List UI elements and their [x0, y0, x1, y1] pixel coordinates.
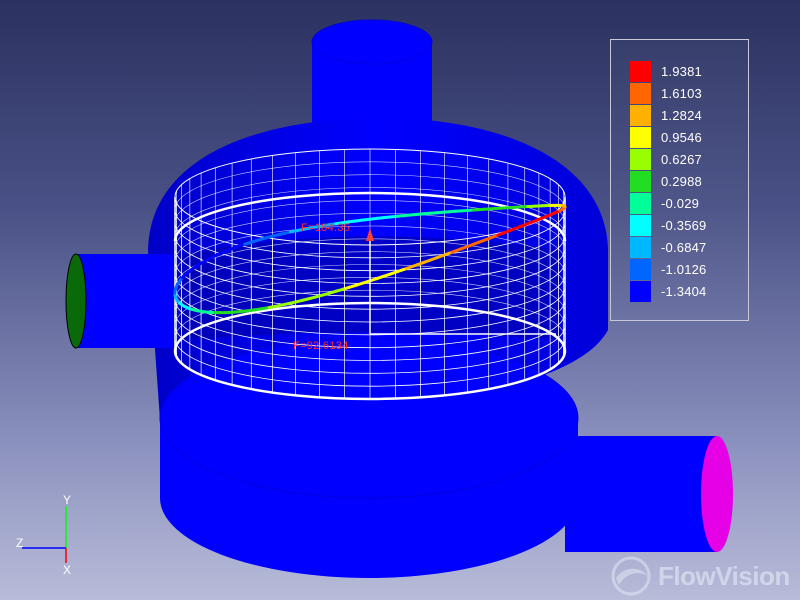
- legend-swatch: [630, 127, 651, 148]
- top-force-annotation: F=184.35: [301, 222, 351, 234]
- legend-entry: -0.3569: [630, 215, 707, 236]
- right-outlet-pipe: [565, 436, 733, 552]
- legend-swatch: [630, 171, 651, 192]
- legend-swatch: [630, 61, 651, 82]
- legend-label: 1.9381: [661, 64, 702, 79]
- legend-entry: -0.6847: [630, 237, 707, 258]
- axis-triad: [22, 506, 67, 563]
- legend-entry: 1.6103: [630, 83, 702, 104]
- legend-entry: -1.3404: [630, 281, 707, 302]
- legend-entry: -0.029: [630, 193, 699, 214]
- legend-label: 0.2988: [661, 174, 702, 189]
- legend-label: -0.6847: [661, 240, 707, 255]
- legend-swatch: [630, 259, 651, 280]
- legend-entry: 0.9546: [630, 127, 702, 148]
- left-inlet-pipe: [65, 253, 176, 349]
- legend-label: 0.9546: [661, 130, 702, 145]
- front-force-annotation: F=92.6134: [293, 340, 349, 352]
- legend-swatch: [630, 149, 651, 170]
- right-outlet-face: [701, 436, 733, 552]
- legend-swatch: [630, 83, 651, 104]
- legend-label: -0.029: [661, 196, 700, 211]
- lower-base: [159, 337, 579, 578]
- watermark: FlowVision: [612, 556, 794, 596]
- z-axis-label: Z: [16, 536, 24, 550]
- legend-entry: 0.2988: [630, 171, 702, 192]
- legend-label: -1.0126: [661, 262, 707, 277]
- left-inlet-face: [65, 253, 87, 349]
- legend-label: 0.6267: [661, 152, 702, 167]
- legend-swatch: [630, 193, 651, 214]
- legend-entry: 1.2824: [630, 105, 702, 126]
- legend-swatch: [630, 237, 651, 258]
- legend-entry: -1.0126: [630, 259, 707, 280]
- legend-label: 1.6103: [661, 86, 702, 101]
- legend-swatch: [630, 281, 651, 302]
- watermark-text: FlowVision: [658, 560, 790, 591]
- legend-label: 1.2824: [661, 108, 702, 123]
- legend-label: -1.3404: [661, 284, 707, 299]
- color-legend: 1.9381 1.6103 1.2824 0.9546 0.6267 0.2988 -0.0…: [610, 39, 749, 321]
- legend-swatch: [630, 105, 651, 126]
- legend-entry: 1.9381: [630, 61, 702, 82]
- legend-entry: 0.6267: [630, 149, 702, 170]
- legend-swatch: [630, 215, 651, 236]
- x-axis-label: X: [63, 563, 72, 577]
- legend-label: -0.3569: [661, 218, 707, 233]
- y-axis-label: Y: [63, 493, 72, 507]
